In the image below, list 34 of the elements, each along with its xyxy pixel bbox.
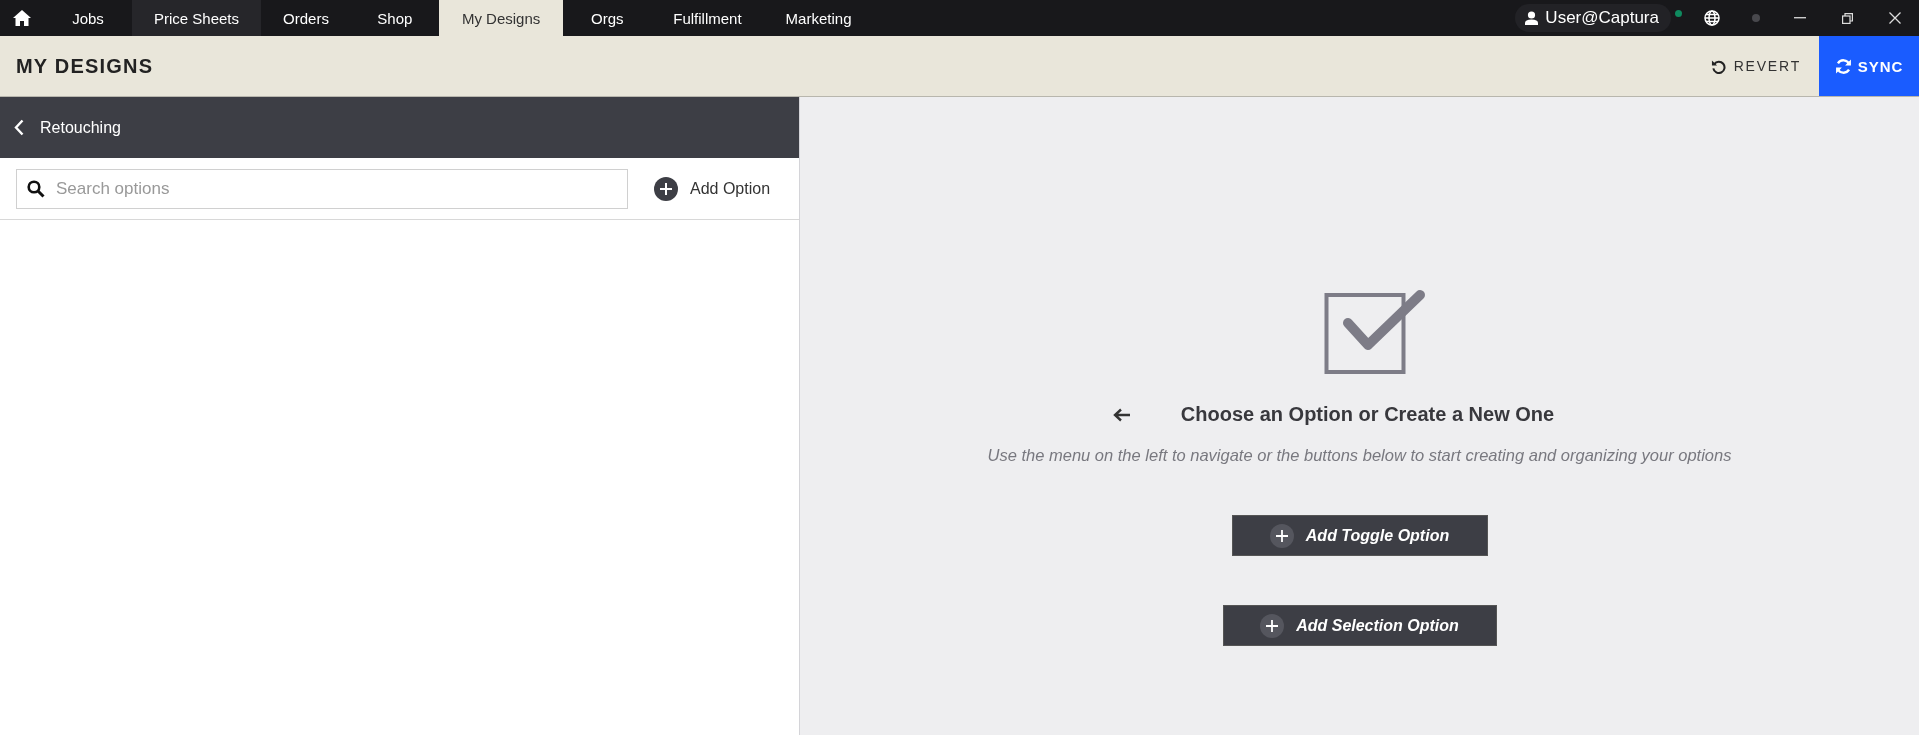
nav-tab[interactable]: Orgs xyxy=(563,0,652,36)
sync-icon xyxy=(1834,57,1852,75)
nav-tab[interactable]: My Designs xyxy=(438,0,564,36)
user-menu[interactable]: User@Captura xyxy=(1515,4,1671,32)
page-title: MY DESIGNS xyxy=(16,54,154,78)
sync-button[interactable]: SYNC xyxy=(1819,36,1919,96)
revert-icon xyxy=(1710,58,1726,74)
empty-state-heading: Choose an Option or Create a New One xyxy=(1180,403,1555,426)
arrow-left-icon xyxy=(1112,407,1131,422)
plus-circle-icon xyxy=(1260,613,1285,638)
globe-icon[interactable] xyxy=(1704,10,1720,26)
add-option-button[interactable]: Add Selection Option xyxy=(1222,605,1497,646)
search-field[interactable]: Search options xyxy=(16,168,628,209)
user-icon xyxy=(1525,11,1539,25)
restore-icon[interactable] xyxy=(1842,12,1853,24)
plus-circle-icon xyxy=(1269,523,1294,548)
revert-button[interactable]: REVERT xyxy=(1692,36,1819,96)
nav-tab[interactable]: Price Sheets xyxy=(132,0,262,36)
nav-tab[interactable]: Fulfillment xyxy=(651,0,764,36)
indicator-dot xyxy=(1752,14,1760,22)
minimize-icon[interactable] xyxy=(1794,17,1806,19)
checkbox-check-icon xyxy=(1323,289,1426,375)
nav-tab[interactable]: Jobs xyxy=(44,0,132,36)
add-option-button[interactable]: Add Option xyxy=(650,170,775,207)
add-option-button[interactable]: Add Toggle Option xyxy=(1231,515,1488,556)
empty-state-description: Use the menu on the left to navigate or the buttons below to start creating and organizing your options xyxy=(987,446,1732,465)
nav-tab[interactable]: Orders xyxy=(261,0,351,36)
panel-title: Retouching xyxy=(40,118,121,137)
nav-tab[interactable]: Shop xyxy=(350,0,439,36)
search-icon xyxy=(27,179,45,198)
plus-circle-icon xyxy=(654,176,678,201)
nav-tab[interactable]: Marketing xyxy=(763,0,874,36)
close-icon[interactable] xyxy=(1889,12,1901,24)
back-chevron-icon[interactable] xyxy=(14,119,24,136)
